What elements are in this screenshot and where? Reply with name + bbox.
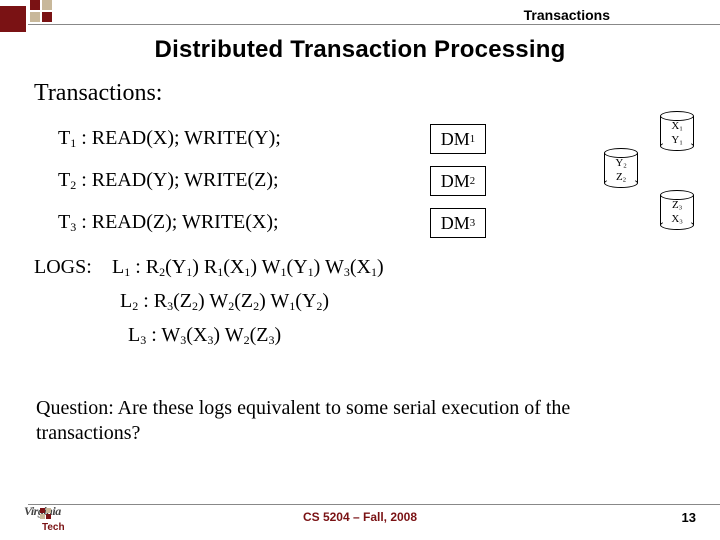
logs-block: LOGS:L1 : R2(Y1) R1(X1) W1(Y1) W3(X1) L2…: [34, 256, 384, 358]
page-number: 13: [682, 510, 696, 525]
footer-divider: [28, 504, 720, 505]
log-line-1: L1 : R2(Y1) R1(X1) W1(Y1) W3(X1): [112, 256, 384, 280]
log-line-2: L2 : R3(Z2) W2(Z2) W1(Y2): [120, 290, 384, 314]
transaction-text: T2 : READ(Y); WRITE(Z);: [58, 169, 430, 193]
datastore-cylinder-icon: X1Y1: [660, 111, 694, 151]
question-text: Question: Are these logs equivalent to s…: [36, 396, 676, 446]
transaction-text: T1 : READ(X); WRITE(Y);: [58, 127, 430, 151]
datastore-cylinder-icon: Z3X3: [660, 190, 694, 230]
slide-title: Distributed Transaction Processing: [0, 36, 720, 64]
log-line-3: L3 : W3(X3) W2(Z3): [128, 324, 384, 348]
store-content: Z3X3: [660, 200, 694, 227]
section-header: Transactions:: [34, 80, 162, 107]
course-footer: CS 5204 – Fall, 2008: [0, 510, 720, 524]
transaction-text: T3 : READ(Z); WRITE(X);: [58, 211, 430, 235]
header-divider: [28, 24, 720, 25]
store-content: X1Y1: [660, 121, 694, 148]
dm-box: DM2: [430, 166, 486, 196]
footer: Virginia Tech CS 5204 – Fall, 2008 13: [0, 504, 720, 534]
topic-label: Transactions: [524, 7, 610, 23]
top-bar: Transactions: [0, 6, 720, 24]
datastore-cylinder-icon: Y2Z2: [604, 148, 638, 188]
slide: Transactions Distributed Transaction Pro…: [0, 0, 720, 540]
store-content: Y2Z2: [604, 158, 638, 185]
logs-label: LOGS:: [34, 256, 112, 279]
datastore-area: X1Y1 Y2Z2 Z3X3: [556, 108, 706, 248]
dm-box: DM3: [430, 208, 486, 238]
dm-box: DM1: [430, 124, 486, 154]
